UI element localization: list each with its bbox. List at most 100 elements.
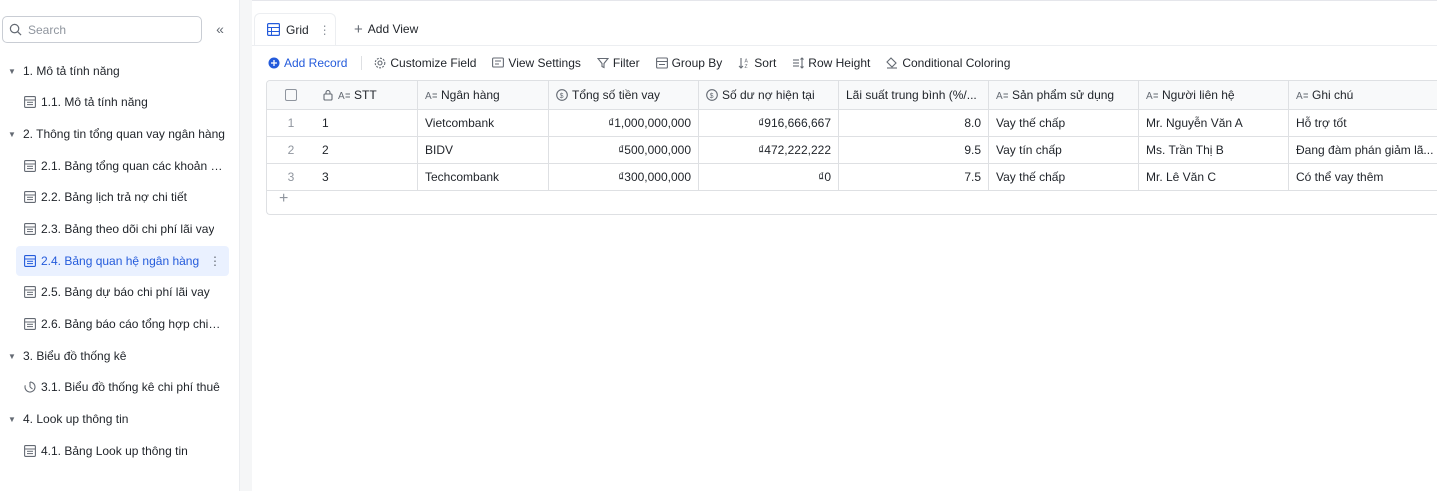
cell-nguoi-lien-he[interactable]: Mr. Lê Văn C — [1139, 164, 1289, 190]
table-icon — [24, 96, 36, 108]
cell-san-pham[interactable]: Vay tín chấp — [989, 137, 1139, 163]
nav-item-label: 2.2. Bảng lịch trả nợ chi tiết — [41, 190, 187, 204]
nav-group-bieu-do[interactable]: ▼ 3. Biểu đồ thống kê — [0, 341, 240, 371]
cell-tong-so-tien-vay[interactable]: ₫500,000,000 — [549, 137, 699, 163]
cell-ghi-chu[interactable]: Có thể vay thêm — [1289, 164, 1437, 190]
nav-item-1-1[interactable]: 1.1. Mô tả tính năng — [0, 87, 240, 117]
svg-text:Z: Z — [745, 64, 748, 69]
nav-item-label: 2.5. Bảng dự báo chi phí lãi vay — [41, 285, 210, 299]
svg-text:A: A — [1146, 91, 1153, 101]
cell-ghi-chu[interactable]: Đang đàm phán giảm lã... — [1289, 137, 1437, 163]
cell-nguoi-lien-he[interactable]: Mr. Nguyễn Văn A — [1139, 110, 1289, 136]
nav-item-3-1[interactable]: 3.1. Biểu đồ thống kê chi phí thuê — [0, 372, 240, 402]
cell-so-du-no[interactable]: ₫472,222,222 — [699, 137, 839, 163]
cell-ghi-chu[interactable]: Hỗ trợ tốt — [1289, 110, 1437, 136]
column-header-ghi-chu[interactable]: A Ghi chú — [1289, 81, 1437, 109]
conditional-coloring-button[interactable]: Conditional Coloring — [886, 56, 1010, 70]
add-record-button[interactable]: Add Record — [268, 56, 347, 70]
nav-item-2-6[interactable]: 2.6. Bảng báo cáo tổng hợp chi p... — [0, 309, 240, 339]
customize-field-button[interactable]: Customize Field — [374, 56, 476, 70]
svg-text:A: A — [1296, 91, 1303, 101]
select-all-checkbox[interactable] — [285, 89, 297, 101]
nav-item-2-1[interactable]: 2.1. Bảng tổng quan các khoản vay — [0, 151, 240, 181]
nav-item-label: 2.1. Bảng tổng quan các khoản vay — [41, 159, 223, 173]
cell-stt[interactable]: 1 — [315, 110, 418, 136]
cell-tong-so-tien-vay[interactable]: ₫300,000,000 — [549, 164, 699, 190]
tab-more-icon[interactable]: ⋮ — [319, 23, 331, 37]
search-icon — [9, 23, 22, 36]
column-header-nguoi-lien-he[interactable]: A Người liên hệ — [1139, 81, 1289, 109]
caret-down-icon: ▼ — [8, 351, 16, 361]
table-icon — [24, 160, 36, 172]
cell-lai-suat[interactable]: 9.5 — [839, 137, 989, 163]
paint-bucket-icon — [886, 57, 898, 69]
filter-label: Filter — [612, 56, 640, 70]
svg-text:A: A — [425, 91, 432, 101]
cell-tong-so-tien-vay[interactable]: ₫1,000,000,000 — [549, 110, 699, 136]
text-field-icon: A — [425, 91, 437, 101]
nav-item-label: 1.1. Mô tả tính năng — [41, 95, 148, 109]
add-view-button[interactable]: + Add View — [354, 13, 418, 45]
cell-ngan-hang[interactable]: Vietcombank — [418, 110, 549, 136]
column-header-label: Tổng số tiền vay — [572, 88, 661, 102]
dashboard-icon — [24, 381, 36, 393]
sidebar: « ▼ 1. Mô tả tính năng 1.1. Mô tả tính n… — [0, 0, 240, 491]
view-settings-icon — [492, 57, 505, 68]
column-header-label: STT — [354, 88, 377, 102]
cell-so-du-no[interactable]: ₫0 — [699, 164, 839, 190]
row-height-label: Row Height — [808, 56, 871, 70]
collapse-sidebar-icon[interactable]: « — [212, 21, 228, 37]
cell-san-pham[interactable]: Vay thế chấp — [989, 110, 1139, 136]
nav-item-2-5[interactable]: 2.5. Bảng dự báo chi phí lãi vay — [0, 277, 240, 307]
group-by-icon — [655, 57, 668, 69]
row-height-icon — [793, 57, 805, 69]
sort-button[interactable]: AZ Sort — [738, 56, 776, 70]
column-header-lai-suat[interactable]: Lãi suất trung bình (%/... — [839, 81, 989, 109]
group-by-button[interactable]: Group By — [655, 56, 722, 70]
add-row-button[interactable]: + — [279, 190, 288, 208]
currency-icon: $ — [556, 89, 568, 101]
nav-group-mo-ta[interactable]: ▼ 1. Mô tả tính năng — [0, 56, 240, 86]
cell-lai-suat[interactable]: 8.0 — [839, 110, 989, 136]
column-header-label: Sản phẩm sử dụng — [1012, 88, 1115, 102]
column-header-ngan-hang[interactable]: A Ngân hàng — [418, 81, 549, 109]
table-row[interactable]: 2 2 BIDV ₫500,000,000 ₫472,222,222 9.5 V… — [267, 137, 1437, 164]
tab-grid[interactable]: Grid ⋮ — [254, 13, 336, 45]
cell-san-pham[interactable]: Vay thế chấp — [989, 164, 1139, 190]
filter-button[interactable]: Filter — [596, 56, 640, 70]
cell-lai-suat[interactable]: 7.5 — [839, 164, 989, 190]
nav-group-look-up[interactable]: ▼ 4. Look up thông tin — [0, 404, 240, 434]
cell-stt[interactable]: 3 — [315, 164, 418, 190]
table-row[interactable]: 3 3 Techcombank ₫300,000,000 ₫0 7.5 Vay … — [267, 164, 1437, 191]
search-input[interactable] — [28, 22, 188, 37]
view-settings-button[interactable]: View Settings — [492, 56, 581, 70]
more-options-icon[interactable]: ⋮ — [209, 254, 221, 268]
gear-icon — [375, 57, 386, 69]
cell-ngan-hang[interactable]: Techcombank — [418, 164, 549, 190]
cell-ngan-hang[interactable]: BIDV — [418, 137, 549, 163]
cell-so-du-no[interactable]: ₫916,666,667 — [699, 110, 839, 136]
cell-nguoi-lien-he[interactable]: Ms. Trần Thị B — [1139, 137, 1289, 163]
column-header-stt[interactable]: A STT — [315, 81, 418, 109]
search-box[interactable] — [2, 16, 202, 43]
grid-view-icon — [267, 23, 280, 36]
select-all-cell[interactable] — [267, 81, 315, 109]
nav-item-label: 2.6. Bảng báo cáo tổng hợp chi p... — [41, 317, 223, 331]
table-icon — [24, 223, 36, 235]
nav-item-2-3[interactable]: 2.3. Bảng theo dõi chi phí lãi vay — [0, 214, 240, 244]
column-header-san-pham[interactable]: A Sản phẩm sử dụng — [989, 81, 1139, 109]
nav-item-2-4[interactable]: 2.4. Bảng quan hệ ngân hàng ⋮ — [16, 246, 229, 276]
nav-item-2-2[interactable]: 2.2. Bảng lịch trả nợ chi tiết — [0, 182, 240, 212]
nav-item-4-1[interactable]: 4.1. Bảng Look up thông tin — [0, 436, 240, 466]
table-icon — [24, 286, 36, 298]
row-height-button[interactable]: Row Height — [792, 56, 870, 70]
nav-group-thong-tin[interactable]: ▼ 2. Thông tin tổng quan vay ngân hàng — [0, 119, 240, 149]
column-header-tong-so-tien-vay[interactable]: $ Tổng số tiền vay — [549, 81, 699, 109]
nav-item-label: 3.1. Biểu đồ thống kê chi phí thuê — [41, 380, 220, 394]
column-header-so-du-no[interactable]: $ Số dư nợ hiện tại — [699, 81, 839, 109]
table-row[interactable]: 1 1 Vietcombank ₫1,000,000,000 ₫916,666,… — [267, 110, 1437, 137]
svg-text:A: A — [996, 91, 1003, 101]
nav-item-label: 4.1. Bảng Look up thông tin — [41, 444, 188, 458]
cell-stt[interactable]: 2 — [315, 137, 418, 163]
nav-item-label: 2.3. Bảng theo dõi chi phí lãi vay — [41, 222, 215, 236]
